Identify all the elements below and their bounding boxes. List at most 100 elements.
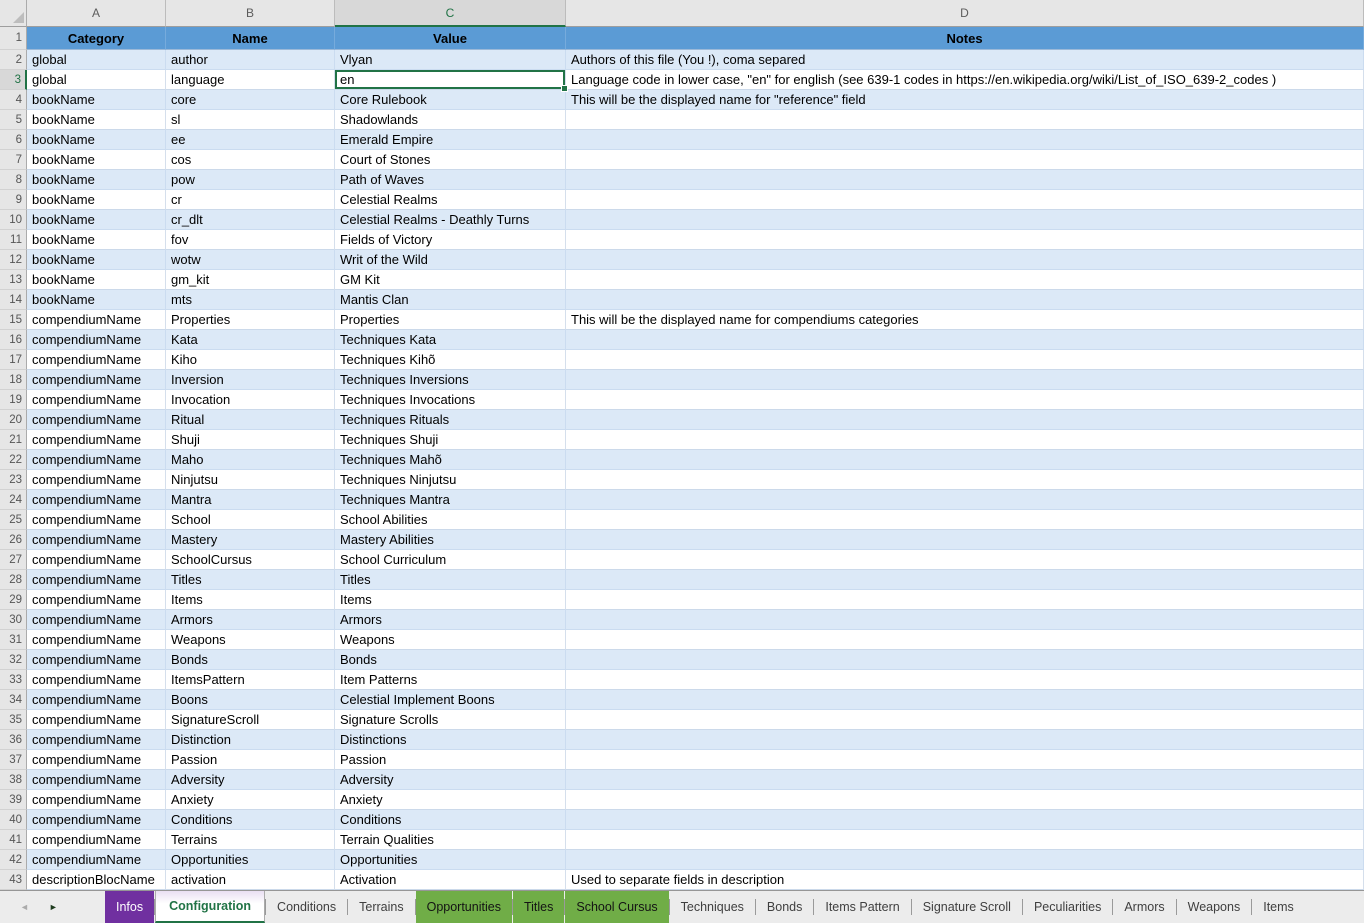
row-header-4[interactable]: 4 xyxy=(0,90,27,110)
cell-notes[interactable] xyxy=(566,470,1364,490)
cell-name[interactable]: author xyxy=(166,50,335,70)
cell-value[interactable]: Passion xyxy=(335,750,566,770)
cell-name[interactable]: Adversity xyxy=(166,770,335,790)
cell-name[interactable]: Properties xyxy=(166,310,335,330)
cell-name[interactable]: Invocation xyxy=(166,390,335,410)
sheet-tab-opportunities[interactable]: Opportunities xyxy=(416,891,512,923)
cell-category[interactable]: compendiumName xyxy=(27,410,166,430)
cell-notes[interactable] xyxy=(566,150,1364,170)
cell-category[interactable]: compendiumName xyxy=(27,510,166,530)
cell-name[interactable]: Passion xyxy=(166,750,335,770)
cell-value[interactable]: Items xyxy=(335,590,566,610)
cell-category[interactable]: compendiumName xyxy=(27,490,166,510)
cell-value[interactable]: Techniques Mahõ xyxy=(335,450,566,470)
row-header-37[interactable]: 37 xyxy=(0,750,27,770)
cell-value[interactable]: Celestial Implement Boons xyxy=(335,690,566,710)
row-header-21[interactable]: 21 xyxy=(0,430,27,450)
cell-notes[interactable] xyxy=(566,190,1364,210)
cell-value[interactable]: Techniques Kihõ xyxy=(335,350,566,370)
cell-value[interactable]: Celestial Realms xyxy=(335,190,566,210)
row-header-36[interactable]: 36 xyxy=(0,730,27,750)
cell-value[interactable]: School Curriculum xyxy=(335,550,566,570)
cell-name[interactable]: cr_dlt xyxy=(166,210,335,230)
sheet-tab-armors[interactable]: Armors xyxy=(1113,891,1175,923)
cell-category[interactable]: bookName xyxy=(27,250,166,270)
column-header-b[interactable]: B xyxy=(166,0,335,27)
cell-value[interactable]: Conditions xyxy=(335,810,566,830)
cell-category[interactable]: compendiumName xyxy=(27,610,166,630)
cell-category[interactable]: compendiumName xyxy=(27,790,166,810)
cell-value[interactable]: Weapons xyxy=(335,630,566,650)
cell-name[interactable]: ee xyxy=(166,130,335,150)
cell-category[interactable]: compendiumName xyxy=(27,350,166,370)
tab-scroll-right-icon[interactable]: ► xyxy=(49,903,58,912)
cell-name[interactable]: language xyxy=(166,70,335,90)
cell-value[interactable]: Value xyxy=(335,27,566,50)
cell-category[interactable]: compendiumName xyxy=(27,630,166,650)
cell-category[interactable]: bookName xyxy=(27,110,166,130)
cell-notes[interactable] xyxy=(566,330,1364,350)
column-header-a[interactable]: A xyxy=(27,0,166,27)
cell-notes[interactable] xyxy=(566,230,1364,250)
row-header-5[interactable]: 5 xyxy=(0,110,27,130)
cell-name[interactable]: Conditions xyxy=(166,810,335,830)
sheet-tab-peculiarities[interactable]: Peculiarities xyxy=(1023,891,1112,923)
cell-value[interactable]: Armors xyxy=(335,610,566,630)
sheet-tab-techniques[interactable]: Techniques xyxy=(670,891,755,923)
cell-notes[interactable] xyxy=(566,290,1364,310)
cell-notes[interactable] xyxy=(566,130,1364,150)
cell-value[interactable]: Techniques Rituals xyxy=(335,410,566,430)
cell-value[interactable]: Writ of the Wild xyxy=(335,250,566,270)
cell-notes[interactable] xyxy=(566,350,1364,370)
selected-cell[interactable]: en xyxy=(335,70,566,90)
row-header-25[interactable]: 25 xyxy=(0,510,27,530)
cell-category[interactable]: compendiumName xyxy=(27,850,166,870)
cell-notes[interactable] xyxy=(566,450,1364,470)
cell-category[interactable]: compendiumName xyxy=(27,390,166,410)
cell-value[interactable]: Item Patterns xyxy=(335,670,566,690)
cell-name[interactable]: Inversion xyxy=(166,370,335,390)
cell-category[interactable]: compendiumName xyxy=(27,590,166,610)
cell-value[interactable]: Emerald Empire xyxy=(335,130,566,150)
cell-value[interactable]: Anxiety xyxy=(335,790,566,810)
row-header-14[interactable]: 14 xyxy=(0,290,27,310)
cell-name[interactable]: Bonds xyxy=(166,650,335,670)
cell-value[interactable]: Signature Scrolls xyxy=(335,710,566,730)
row-header-2[interactable]: 2 xyxy=(0,50,27,70)
row-header-3[interactable]: 3 xyxy=(0,70,27,90)
row-header-40[interactable]: 40 xyxy=(0,810,27,830)
cell-notes[interactable] xyxy=(566,710,1364,730)
sheet-tab-conditions[interactable]: Conditions xyxy=(266,891,347,923)
row-header-33[interactable]: 33 xyxy=(0,670,27,690)
cell-category[interactable]: compendiumName xyxy=(27,570,166,590)
cell-category[interactable]: compendiumName xyxy=(27,470,166,490)
sheet-tab-configuration[interactable]: Configuration xyxy=(155,891,265,923)
cell-notes[interactable] xyxy=(566,690,1364,710)
row-header-19[interactable]: 19 xyxy=(0,390,27,410)
cell-category[interactable]: compendiumName xyxy=(27,690,166,710)
cell-name[interactable]: Anxiety xyxy=(166,790,335,810)
cell-category[interactable]: bookName xyxy=(27,130,166,150)
cell-notes[interactable] xyxy=(566,770,1364,790)
row-header-43[interactable]: 43 xyxy=(0,870,27,890)
cell-name[interactable]: Opportunities xyxy=(166,850,335,870)
cell-category[interactable]: compendiumName xyxy=(27,310,166,330)
cell-category[interactable]: bookName xyxy=(27,290,166,310)
cell-notes[interactable]: This will be the displayed name for "ref… xyxy=(566,90,1364,110)
row-header-23[interactable]: 23 xyxy=(0,470,27,490)
select-all-corner[interactable] xyxy=(0,0,27,27)
cell-value[interactable]: Core Rulebook xyxy=(335,90,566,110)
cell-category[interactable]: compendiumName xyxy=(27,750,166,770)
sheet-tab-terrains[interactable]: Terrains xyxy=(348,891,414,923)
cell-name[interactable]: sl xyxy=(166,110,335,130)
cell-value[interactable]: Activation xyxy=(335,870,566,890)
cell-category[interactable]: compendiumName xyxy=(27,770,166,790)
cell-notes[interactable] xyxy=(566,110,1364,130)
cell-category[interactable]: compendiumName xyxy=(27,550,166,570)
row-header-22[interactable]: 22 xyxy=(0,450,27,470)
cell-name[interactable]: Ninjutsu xyxy=(166,470,335,490)
cell-value[interactable]: Titles xyxy=(335,570,566,590)
cell-notes[interactable] xyxy=(566,590,1364,610)
row-header-17[interactable]: 17 xyxy=(0,350,27,370)
cell-notes[interactable] xyxy=(566,210,1364,230)
